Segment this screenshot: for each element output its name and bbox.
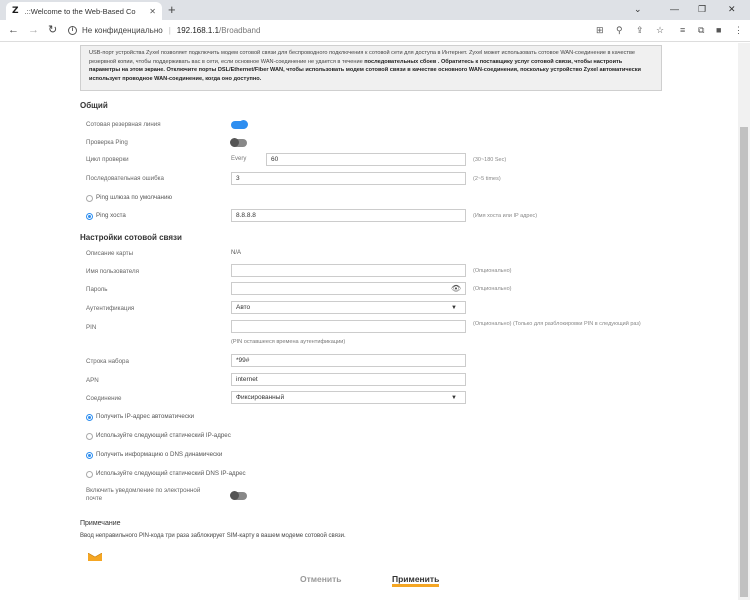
maximize-icon[interactable]: ❐ xyxy=(698,2,706,16)
backup-line-label: Сотовая резервная линия xyxy=(86,121,161,128)
card-desc-value: N/A xyxy=(231,250,242,256)
email-notify-label-2: почте xyxy=(86,495,103,502)
ping-gateway-radio[interactable] xyxy=(86,195,93,202)
reload-icon[interactable]: ↻ xyxy=(48,23,57,37)
url-path[interactable]: /Broadband xyxy=(219,26,260,35)
section-title-general: Общий xyxy=(80,101,108,110)
connection-label: Соединение xyxy=(86,395,122,402)
dropdown-arrow-icon: ▼ xyxy=(451,395,457,401)
toggle-knob xyxy=(239,120,248,129)
apn-label: APN xyxy=(86,377,99,384)
ip-static-radio[interactable] xyxy=(86,433,93,440)
apn-input[interactable]: internet xyxy=(231,373,466,386)
browser-address-bar: ← → ↻ i Не конфиденциально | 192.168.1.1… xyxy=(0,20,750,42)
info-notice: USB-порт устройства Zyxel позволяет подк… xyxy=(80,45,662,91)
every-label: Every xyxy=(231,156,247,162)
username-input[interactable] xyxy=(231,264,466,277)
pin-input[interactable] xyxy=(231,320,466,333)
ip-static-label: Используйте следующий статический IP-адр… xyxy=(96,432,231,439)
ip-auto-radio[interactable] xyxy=(86,414,93,421)
ping-host-radio[interactable] xyxy=(86,213,93,220)
password-hint: (Опционально) xyxy=(473,286,512,292)
browser-tab-bar: Z .::Welcome to the Web-Based Co ✕ + ⌄ —… xyxy=(0,0,750,20)
pin-hint: (Опционально) (Только для разблокировки … xyxy=(473,321,641,327)
page-viewport: USB-порт устройства Zyxel позволяет подк… xyxy=(0,43,738,600)
card-desc-label: Описание карты xyxy=(86,250,134,257)
note-envelope-icon xyxy=(88,553,102,561)
username-hint: (Опционально) xyxy=(473,268,512,274)
note-title: Примечание xyxy=(80,520,121,527)
password-input[interactable]: 👁 xyxy=(231,282,466,295)
dropdown-arrow-icon: ▼ xyxy=(451,305,457,311)
section-title-cellular: Настройки сотовой связи xyxy=(80,233,182,242)
page-scrollbar[interactable] xyxy=(738,43,750,600)
security-status[interactable]: Не конфиденциально xyxy=(82,26,163,35)
ping-check-toggle[interactable] xyxy=(230,138,247,147)
ping-host-input[interactable]: 8.8.8.8 xyxy=(231,209,466,222)
password-label: Пароль xyxy=(86,286,108,293)
toggle-knob xyxy=(230,138,239,147)
consecutive-fail-hint: (2~5 times) xyxy=(473,176,501,182)
zyxel-logo-icon: Z xyxy=(12,6,19,16)
check-cycle-label: Цикл проверки xyxy=(86,156,129,163)
tab-title: .::Welcome to the Web-Based Co xyxy=(24,6,136,16)
reading-list-icon[interactable]: ≡ xyxy=(680,24,685,36)
browser-tab[interactable]: Z .::Welcome to the Web-Based Co ✕ xyxy=(6,2,162,20)
tab-search-icon[interactable]: ⌄ xyxy=(634,2,642,16)
ping-check-label: Проверка Ping xyxy=(86,139,128,146)
dial-input[interactable]: *99# xyxy=(231,354,466,367)
back-icon[interactable]: ← xyxy=(8,23,19,37)
profile-icon[interactable]: ■ xyxy=(716,24,721,36)
toggle-knob xyxy=(230,491,239,500)
backup-line-toggle[interactable] xyxy=(231,120,248,129)
ping-gateway-label: Ping шлюза по умолчанию xyxy=(96,194,173,201)
auth-label: Аутентификация xyxy=(86,305,135,312)
dial-label: Строка набора xyxy=(86,358,129,365)
scrollbar-thumb[interactable] xyxy=(740,127,748,597)
forward-icon[interactable]: → xyxy=(28,23,39,37)
new-tab-icon[interactable]: + xyxy=(168,2,176,18)
dns-auto-label: Получить информацию о DNS динамически xyxy=(96,451,223,458)
auth-selected: Авто xyxy=(236,304,251,311)
dns-static-radio[interactable] xyxy=(86,471,93,478)
url-host[interactable]: 192.168.1.1 xyxy=(177,26,219,35)
check-cycle-input[interactable]: 60 xyxy=(266,153,466,166)
cancel-button[interactable]: Отменить xyxy=(300,574,342,584)
close-icon[interactable]: ✕ xyxy=(149,7,156,16)
ping-host-hint: (Имя хоста или IP адрес) xyxy=(473,213,538,219)
share-icon[interactable]: ⇪ xyxy=(636,24,644,36)
auth-select[interactable]: Авто ▼ xyxy=(231,301,466,314)
email-notify-label: Включить уведомление по электронной xyxy=(86,487,201,494)
pin-remaining: (PIN оставшееся времена аутентификации) xyxy=(231,339,346,345)
menu-icon[interactable]: ⋮ xyxy=(734,24,743,36)
ping-host-label: Ping хоста xyxy=(96,212,126,219)
eye-icon[interactable]: 👁 xyxy=(451,284,461,293)
url-field[interactable]: i Не конфиденциально | 192.168.1.1/Broad… xyxy=(68,22,588,39)
zoom-icon[interactable]: ⚲ xyxy=(616,24,623,36)
url-separator: | xyxy=(168,26,171,35)
apply-label: Применить xyxy=(392,574,440,584)
apply-button[interactable]: Применить xyxy=(392,574,440,587)
apply-underline xyxy=(392,584,440,587)
window-close-icon[interactable]: ✕ xyxy=(728,2,736,16)
connection-selected: Фиксированный xyxy=(236,394,285,401)
connection-select[interactable]: Фиксированный ▼ xyxy=(231,391,466,404)
check-cycle-hint: (30~180 Sec) xyxy=(473,157,507,163)
dns-static-label: Используйте следующий статический DNS IP… xyxy=(96,470,246,477)
translate-icon[interactable]: ⊞ xyxy=(596,24,604,36)
ip-auto-label: Получить IP-адрес автоматически xyxy=(96,413,195,420)
minimize-icon[interactable]: — xyxy=(670,2,679,16)
consecutive-fail-input[interactable]: 3 xyxy=(231,172,466,185)
consecutive-fail-label: Последовательная ошибка xyxy=(86,175,164,182)
info-icon[interactable]: i xyxy=(68,26,77,35)
pin-label: PIN xyxy=(86,324,97,331)
note-text: Ввод неправильного PIN-кода три раза заб… xyxy=(80,533,346,539)
dns-auto-radio[interactable] xyxy=(86,452,93,459)
star-icon[interactable]: ☆ xyxy=(656,24,664,36)
username-label: Имя пользователя xyxy=(86,268,139,275)
extensions-icon[interactable]: ⧉ xyxy=(698,24,704,36)
email-notify-toggle[interactable] xyxy=(230,491,247,500)
